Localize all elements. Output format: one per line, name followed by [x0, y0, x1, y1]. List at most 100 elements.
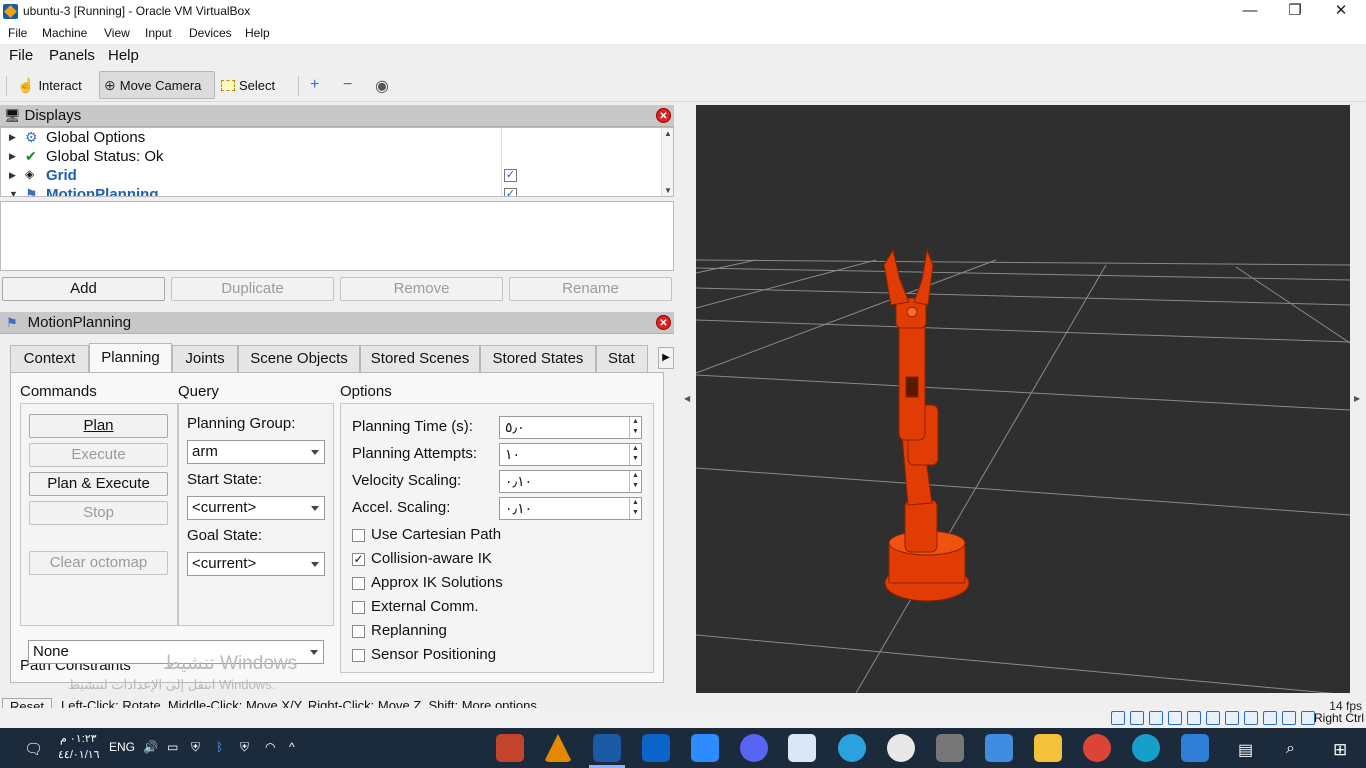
tree-row-motionplanning[interactable]: ▼ ⚑ MotionPlanning ✓: [1, 185, 661, 196]
network-icon[interactable]: [1168, 711, 1182, 725]
wifi-icon[interactable]: ◠: [265, 740, 275, 754]
reset-button[interactable]: Reset: [2, 698, 52, 708]
collapse-left-dock-icon[interactable]: ◀: [684, 394, 690, 403]
spin-arrows-icon[interactable]: ▲ ▼: [629, 498, 641, 519]
tab-stored-scenes[interactable]: Stored Scenes: [360, 345, 480, 372]
grid-enabled-checkbox[interactable]: ✓: [504, 169, 517, 182]
clock-date[interactable]: ٤٤/٠١/١٦: [58, 748, 100, 761]
select-tool[interactable]: Select: [216, 71, 282, 99]
spin-arrows-icon[interactable]: ▲ ▼: [629, 471, 641, 492]
rename-display-button[interactable]: Rename: [509, 277, 672, 301]
move-camera-tool[interactable]: ⊕ Move Camera: [99, 71, 215, 99]
telegram-icon[interactable]: [838, 734, 866, 762]
external-comm-checkbox[interactable]: [352, 601, 365, 614]
keyboard-capture-icon[interactable]: [1301, 711, 1315, 725]
expand-arrow-icon[interactable]: ▶: [9, 170, 16, 181]
tab-stored-states[interactable]: Stored States: [480, 345, 596, 372]
mouse-integration-icon[interactable]: [1282, 711, 1296, 725]
menu-view[interactable]: View: [104, 26, 130, 40]
interact-tool[interactable]: ☝ Interact: [12, 71, 89, 99]
collapse-arrow-icon[interactable]: ▼: [9, 189, 18, 196]
audio-icon[interactable]: [1149, 711, 1163, 725]
rviz-menu-panels[interactable]: Panels: [49, 47, 95, 64]
usb-device-icon[interactable]: [936, 734, 964, 762]
show-hidden-icons-icon[interactable]: ^: [289, 740, 295, 754]
start-state-select[interactable]: <current>: [187, 496, 325, 520]
tab-scene-objects[interactable]: Scene Objects: [238, 345, 360, 372]
replanning-checkbox[interactable]: [352, 625, 365, 638]
accel-scaling-spinbox[interactable]: ٠٫١٠ ▲ ▼: [499, 497, 642, 520]
add-tool-icon[interactable]: +: [310, 76, 319, 94]
velocity-scaling-spinbox[interactable]: ٠٫١٠ ▲ ▼: [499, 470, 642, 493]
notifications-icon[interactable]: 🗨: [24, 740, 43, 758]
planning-attempts-spinbox[interactable]: ١٠ ▲ ▼: [499, 443, 642, 466]
menu-machine[interactable]: Machine: [42, 26, 87, 40]
stop-button[interactable]: Stop: [29, 501, 168, 525]
menu-devices[interactable]: Devices: [189, 26, 232, 40]
close-displays-icon[interactable]: ✕: [656, 108, 671, 123]
restore-button[interactable]: ❐: [1272, 0, 1318, 24]
clock-time[interactable]: ٠١:٢٣ م: [60, 732, 97, 745]
microsoft-store-icon[interactable]: [985, 734, 1013, 762]
spin-arrows-icon[interactable]: ▲ ▼: [629, 417, 641, 438]
tab-status-truncated[interactable]: Stat: [596, 345, 648, 372]
collision-aware-ik-checkbox[interactable]: ✓: [352, 553, 365, 566]
task-view-icon[interactable]: ▤: [1238, 740, 1253, 760]
use-cartesian-path-checkbox[interactable]: [352, 529, 365, 542]
tree-row-global-options[interactable]: ▶ ⚙ Global Options: [1, 128, 661, 147]
search-icon[interactable]: ⌕: [1286, 740, 1295, 758]
powerpoint-icon[interactable]: [496, 734, 524, 762]
rviz-menu-help[interactable]: Help: [108, 47, 139, 64]
collapse-right-dock-icon[interactable]: ▶: [1354, 394, 1360, 403]
rviz-menu-file[interactable]: File: [9, 47, 33, 64]
file-explorer-icon[interactable]: [1034, 734, 1062, 762]
menu-help[interactable]: Help: [245, 26, 270, 40]
outlook-icon[interactable]: [642, 734, 670, 762]
input-language[interactable]: ENG: [109, 740, 135, 754]
sensor-positioning-checkbox[interactable]: [352, 649, 365, 662]
usb-icon[interactable]: [1187, 711, 1201, 725]
battery-icon[interactable]: ▭: [167, 740, 178, 754]
video-capture-icon[interactable]: [1244, 711, 1258, 725]
displays-tree[interactable]: ▶ ⚙ Global Options ▶ ✔ Global Status: Ok…: [0, 127, 674, 197]
goal-state-select[interactable]: <current>: [187, 552, 325, 576]
virtualbox-taskbar-icon[interactable]: [593, 734, 621, 762]
spin-arrows-icon[interactable]: ▲ ▼: [629, 444, 641, 465]
edge-icon[interactable]: [1132, 734, 1160, 762]
close-window-button[interactable]: ✕: [1318, 0, 1364, 24]
approx-ik-solutions-checkbox[interactable]: [352, 577, 365, 590]
plan-and-execute-button[interactable]: Plan & Execute: [29, 472, 168, 496]
clear-octomap-button[interactable]: Clear octomap: [29, 551, 168, 575]
discord-icon[interactable]: [740, 734, 768, 762]
cpu-icon[interactable]: [1263, 711, 1277, 725]
add-display-button[interactable]: Add: [2, 277, 165, 301]
expand-arrow-icon[interactable]: ▶: [9, 132, 16, 143]
remove-tool-icon[interactable]: −: [343, 76, 352, 94]
planning-time-spinbox[interactable]: ٥٫٠ ▲ ▼: [499, 416, 642, 439]
close-motionplanning-icon[interactable]: ✕: [656, 315, 671, 330]
tab-context[interactable]: Context: [10, 345, 89, 372]
app-icon[interactable]: [887, 734, 915, 762]
tree-row-grid[interactable]: ▶ ◈ Grid ✓: [1, 166, 661, 185]
mail-icon[interactable]: [1181, 734, 1209, 762]
minimize-button[interactable]: —: [1227, 0, 1273, 24]
display-icon[interactable]: [1225, 711, 1239, 725]
duplicate-display-button[interactable]: Duplicate: [171, 277, 334, 301]
remove-display-button[interactable]: Remove: [340, 277, 503, 301]
tabs-scroll-right-icon[interactable]: ▶: [658, 347, 674, 369]
windows-start-icon[interactable]: ⊞: [1333, 740, 1347, 760]
displays-scrollbar[interactable]: ▲ ▼: [661, 128, 673, 196]
tab-joints[interactable]: Joints: [172, 345, 238, 372]
security-icon[interactable]: ⛨: [240, 740, 249, 755]
scroll-down-icon[interactable]: ▼: [664, 186, 672, 195]
shield-icon[interactable]: ⛨: [191, 740, 200, 755]
hard-disk-icon[interactable]: [1111, 711, 1125, 725]
tab-planning[interactable]: Planning: [89, 343, 172, 372]
guest-display[interactable]: File Panels Help ☝ Interact ⊕ Move Camer…: [0, 44, 1366, 708]
menu-file[interactable]: File: [8, 26, 27, 40]
shared-folders-icon[interactable]: [1206, 711, 1220, 725]
rviz-3d-viewport[interactable]: [696, 105, 1350, 693]
menu-input[interactable]: Input: [145, 26, 172, 40]
volume-icon[interactable]: 🔊: [143, 740, 158, 754]
bluetooth-icon[interactable]: ᛒ: [216, 740, 223, 754]
